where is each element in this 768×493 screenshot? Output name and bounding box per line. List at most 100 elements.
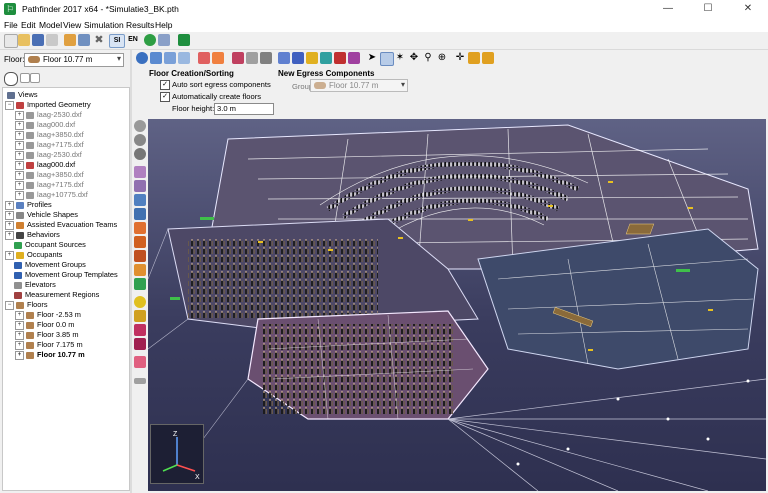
select-view-icon[interactable] (292, 52, 304, 64)
zoom-icon[interactable]: ⚲ (422, 52, 434, 64)
en-units-button[interactable]: EN (126, 34, 140, 46)
scale-tool-icon[interactable] (134, 148, 146, 160)
menu-view[interactable]: View (63, 20, 81, 30)
3d-viewport[interactable] (148, 119, 766, 491)
tree-item-behaviors[interactable]: + Behaviors (5, 230, 60, 240)
tree-item-views[interactable]: Views (7, 90, 38, 100)
maximize-button[interactable]: ☐ (688, 0, 728, 18)
tree-item-floor[interactable]: + Floor 0.0 m (15, 320, 74, 330)
menu-simulation[interactable]: Simulation (84, 20, 124, 30)
tree-item-movement-group-templates[interactable]: Movement Group Templates (14, 270, 118, 280)
ruler-tool-icon[interactable] (134, 378, 146, 384)
delete-icon[interactable]: ✖ (93, 34, 105, 46)
expand-all-icon[interactable] (20, 73, 30, 83)
tree-item-geometry[interactable]: + laag+7175.dxf (15, 180, 84, 190)
collapse-all-icon[interactable] (30, 73, 40, 83)
top-view-icon[interactable] (178, 52, 190, 64)
tree-item-geometry[interactable]: + laag+3850.dxf (15, 170, 84, 180)
tree-item-floor[interactable]: + Floor 3.85 m (15, 330, 79, 340)
render-icon[interactable] (232, 52, 244, 64)
tree-item-geometry[interactable]: + laag000.dxf (15, 160, 75, 170)
wall-tool-icon[interactable] (134, 194, 146, 206)
ortho-icon[interactable] (164, 52, 176, 64)
ramp-tool-icon[interactable] (134, 264, 146, 276)
tree-item-floor[interactable]: + Floor 7.175 m (15, 340, 83, 350)
floor-height-input[interactable]: 3.0 m (214, 103, 274, 115)
menu-edit[interactable]: Edit (21, 20, 36, 30)
regions-view-icon[interactable] (348, 52, 360, 64)
wireframe-icon[interactable] (260, 52, 272, 64)
tree-item-occupants[interactable]: + Occupants (5, 250, 62, 260)
menu-file[interactable]: File (4, 20, 18, 30)
undo-icon[interactable] (64, 34, 76, 46)
zoom-box-icon[interactable]: ⊕ (436, 52, 448, 64)
tree-item-geometry[interactable]: + laag000.dxf (15, 120, 75, 130)
locate-icon[interactable] (4, 72, 18, 86)
view-all-icon[interactable] (136, 52, 148, 64)
menu-model[interactable]: Model (39, 20, 62, 30)
new-file-icon[interactable] (4, 34, 18, 48)
stairs-view-icon[interactable] (306, 52, 318, 64)
open-folder-icon[interactable] (18, 34, 30, 46)
floor-filter-icon[interactable] (212, 52, 224, 64)
tree-item-occupant-sources[interactable]: Occupant Sources (14, 240, 86, 250)
orbit-icon[interactable] (380, 52, 394, 66)
tree-item-measurement-regions[interactable]: Measurement Regions (14, 290, 99, 300)
walls-icon[interactable] (246, 52, 258, 64)
stair-tool-icon[interactable] (134, 250, 146, 262)
group-select[interactable]: Floor 10.77 m ▾ (310, 79, 408, 92)
perspective-icon[interactable] (150, 52, 162, 64)
tree-item-elevators[interactable]: Elevators (14, 280, 56, 290)
run-simulation-icon[interactable] (144, 34, 156, 46)
occupants-view-icon[interactable] (278, 52, 290, 64)
si-units-button[interactable]: SI (109, 34, 125, 48)
exit-tool-icon[interactable] (134, 278, 146, 290)
tree-item-geometry[interactable]: + laag-2530.dxf (15, 150, 82, 160)
door-tool-icon[interactable] (134, 222, 146, 234)
measure-tool-icon[interactable] (134, 338, 146, 350)
select-arrow-icon[interactable]: ➤ (366, 52, 378, 64)
tree-item-vehicle-shapes[interactable]: + Vehicle Shapes (5, 210, 78, 220)
snap-icon[interactable]: ✛ (454, 52, 466, 64)
tree-item-floors[interactable]: − Floors (5, 300, 48, 310)
save-as-icon[interactable] (46, 34, 58, 46)
results-icon[interactable] (158, 34, 170, 46)
region-tool-icon[interactable] (134, 324, 146, 336)
close-button[interactable]: ✕ (728, 0, 768, 18)
tree-item-imported-geometry[interactable]: − Imported Geometry (5, 100, 91, 110)
exit-sign-icon[interactable] (178, 34, 190, 46)
thin-door-tool-icon[interactable] (134, 236, 146, 248)
rooms-view-icon[interactable] (334, 52, 346, 64)
occupant-source-tool-icon[interactable] (134, 310, 146, 322)
pan-icon[interactable]: ✥ (408, 52, 420, 64)
extract-tool-icon[interactable] (134, 208, 146, 220)
occupant-tool-icon[interactable] (134, 296, 146, 308)
auto-sort-checkbox[interactable]: ✓ (160, 80, 170, 90)
floor-view-icon[interactable] (198, 52, 210, 64)
tree-item-profiles[interactable]: + Profiles (5, 200, 52, 210)
rotate-tool-icon[interactable] (134, 134, 146, 146)
collapse-icon[interactable]: − (5, 100, 14, 110)
rect-room-tool-icon[interactable] (134, 180, 146, 192)
floor-select[interactable]: Floor 10.77 m ▾ (24, 53, 124, 67)
menu-results[interactable]: Results (126, 20, 154, 30)
tree-item-geometry[interactable]: + laag+7175.dxf (15, 140, 84, 150)
doors-view-icon[interactable] (320, 52, 332, 64)
walk-icon[interactable]: ✶ (394, 52, 406, 64)
auto-create-checkbox[interactable]: ✓ (160, 92, 170, 102)
save-icon[interactable] (32, 34, 44, 46)
move-tool-icon[interactable] (134, 120, 146, 132)
tree-item-floor-active[interactable]: + Floor 10.77 m (15, 350, 85, 360)
room-tool-icon[interactable] (134, 166, 146, 178)
grid-icon[interactable] (468, 52, 480, 64)
grid-snap-icon[interactable] (482, 52, 494, 64)
tree-item-geometry[interactable]: + laag-2530.dxf (15, 110, 82, 120)
waypoint-tool-icon[interactable] (134, 356, 146, 368)
tree-item-floor[interactable]: + Floor -2.53 m (15, 310, 81, 320)
minimize-button[interactable]: — (648, 0, 688, 18)
menu-help[interactable]: Help (155, 20, 172, 30)
tree-item-geometry[interactable]: + laag+10775.dxf (15, 190, 88, 200)
tree-item-geometry[interactable]: + laag+3850.dxf (15, 130, 84, 140)
redo-icon[interactable] (78, 34, 90, 46)
tree-item-assisted-evacuation[interactable]: + Assisted Evacuation Teams (5, 220, 117, 230)
